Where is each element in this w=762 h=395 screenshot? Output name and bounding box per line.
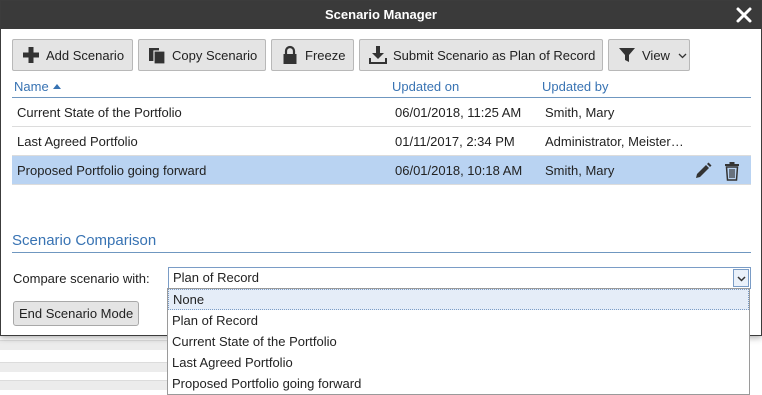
column-header-updated-by[interactable]: Updated by <box>542 79 609 94</box>
background-grid-row <box>0 340 170 350</box>
close-icon[interactable] <box>733 4 755 26</box>
table-header: Name Updated on Updated by <box>12 77 751 98</box>
row-updated-on: 01/11/2017, 2:34 PM <box>395 134 515 149</box>
download-icon <box>368 45 388 65</box>
dialog-title: Scenario Manager <box>325 7 437 22</box>
background-grid <box>0 336 170 395</box>
dialog-titlebar: Scenario Manager <box>1 1 761 29</box>
row-updated-by: Smith, Mary <box>545 163 615 178</box>
compare-scenario-dropdown-list: None Plan of Record Current State of the… <box>167 288 750 395</box>
sort-ascending-icon <box>52 79 61 94</box>
view-label: View <box>642 47 670 63</box>
compare-scenario-select[interactable]: Plan of Record <box>168 267 751 289</box>
submit-label: Submit Scenario as Plan of Record <box>393 47 596 63</box>
row-updated-by: Smith, Mary <box>545 105 615 120</box>
dropdown-option-last-agreed[interactable]: Last Agreed Portfolio <box>168 352 749 373</box>
freeze-label: Freeze <box>305 47 346 63</box>
chevron-down-icon <box>678 51 687 60</box>
dropdown-option-plan-of-record[interactable]: Plan of Record <box>168 310 749 331</box>
background-grid-row <box>0 362 170 372</box>
submit-plan-of-record-button[interactable]: Submit Scenario as Plan of Record <box>359 39 603 71</box>
trash-icon[interactable] <box>722 161 742 181</box>
filter-icon <box>617 45 637 65</box>
copy-scenario-label: Copy Scenario <box>172 47 258 63</box>
section-title-scenario-comparison: Scenario Comparison <box>12 232 751 253</box>
add-scenario-label: Add Scenario <box>46 47 125 63</box>
row-updated-on: 06/01/2018, 10:18 AM <box>395 163 523 178</box>
add-scenario-button[interactable]: Add Scenario <box>12 39 133 71</box>
plus-icon <box>21 45 41 65</box>
chevron-down-icon[interactable] <box>733 269 749 287</box>
copy-scenario-button[interactable]: Copy Scenario <box>138 39 266 71</box>
freeze-button[interactable]: Freeze <box>271 39 354 71</box>
table-row-selected[interactable]: Proposed Portfolio going forward 06/01/2… <box>12 156 751 185</box>
compare-scenario-label: Compare scenario with: <box>13 271 150 286</box>
row-name: Current State of the Portfolio <box>17 105 182 120</box>
column-header-updated-on[interactable]: Updated on <box>392 79 459 94</box>
column-header-name[interactable]: Name <box>14 79 61 94</box>
edit-pencil-icon[interactable] <box>693 161 713 181</box>
dropdown-option-none[interactable]: None <box>168 289 749 310</box>
table-row[interactable]: Last Agreed Portfolio 01/11/2017, 2:34 P… <box>12 127 751 156</box>
row-updated-on: 06/01/2018, 11:25 AM <box>395 105 522 120</box>
copy-icon <box>147 45 167 65</box>
lock-icon <box>280 45 300 65</box>
scenario-manager-dialog: Scenario Manager Add Scenario Copy Scena… <box>0 0 762 336</box>
view-dropdown-button[interactable]: View <box>608 39 690 71</box>
row-updated-by: Administrator, Meister… <box>545 134 684 149</box>
dropdown-option-proposed[interactable]: Proposed Portfolio going forward <box>168 373 749 394</box>
table-row[interactable]: Current State of the Portfolio 06/01/201… <box>12 98 751 127</box>
end-scenario-mode-button[interactable]: End Scenario Mode <box>13 301 140 326</box>
dropdown-option-current-state[interactable]: Current State of the Portfolio <box>168 331 749 352</box>
compare-scenario-value: Plan of Record <box>173 270 259 285</box>
background-grid-row <box>0 380 170 390</box>
row-name: Proposed Portfolio going forward <box>17 163 207 178</box>
row-name: Last Agreed Portfolio <box>17 134 138 149</box>
scenario-table: Name Updated on Updated by Current State… <box>12 77 751 185</box>
